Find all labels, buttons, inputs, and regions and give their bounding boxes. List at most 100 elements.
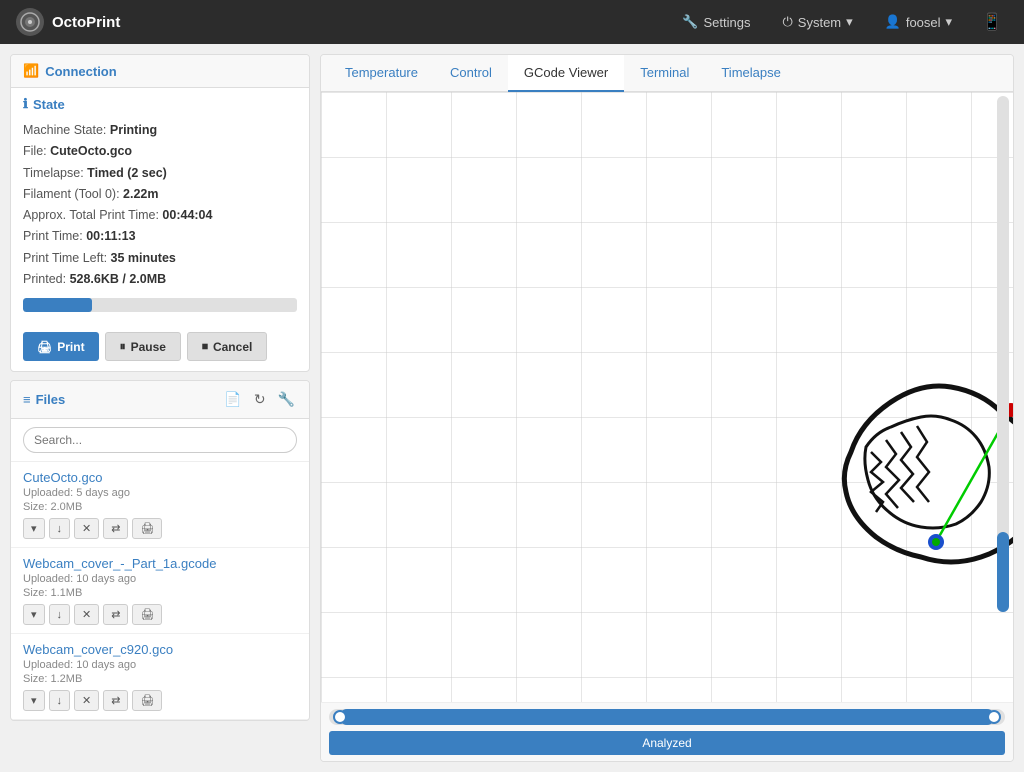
refresh-button[interactable]: ↻ xyxy=(252,389,268,410)
mobile-view-button[interactable]: 📱 xyxy=(976,6,1008,38)
analyzed-label: Analyzed xyxy=(642,736,691,750)
progress-bar-fill xyxy=(23,298,92,312)
signal-icon: 📶 xyxy=(23,63,39,79)
file-name[interactable]: Webcam_cover_-_Part_1a.gcode xyxy=(23,556,297,571)
timelapse-value: Timed (2 sec) xyxy=(87,166,167,180)
file-action-buttons: ▾↓✕⇄🖨 xyxy=(23,604,297,625)
filament-value: 2.22m xyxy=(123,187,158,201)
settings-files-button[interactable]: 🔧 xyxy=(276,389,297,410)
printed-value: 528.6KB / 2.0MB xyxy=(70,272,167,286)
tab-temperature[interactable]: Temperature xyxy=(329,55,434,92)
right-panel: TemperatureControlGCode ViewerTerminalTi… xyxy=(320,54,1014,762)
settings-nav-item[interactable]: 🔧 Settings xyxy=(674,10,758,34)
files-header-label: Files xyxy=(36,392,66,407)
slider-handle-right[interactable] xyxy=(987,710,1001,724)
machine-state-row: Machine State: Printing xyxy=(23,120,297,141)
chevron-down-icon: ▾ xyxy=(846,14,853,30)
file-move-button[interactable]: ⇄ xyxy=(103,690,128,711)
pause-icon: ⏸ xyxy=(120,339,126,354)
filament-label: Filament (Tool 0): xyxy=(23,187,120,201)
left-panel: 📶 Connection ℹ State Machine State: Prin… xyxy=(10,54,310,762)
user-label: foosel xyxy=(906,15,941,30)
file-delete-button[interactable]: ✕ xyxy=(74,518,99,539)
pause-label: Pause xyxy=(131,340,166,354)
file-select-dropdown-button[interactable]: ▾ xyxy=(23,518,45,539)
files-action-icons: 📄 ↻ 🔧 xyxy=(222,389,297,410)
list-item: Webcam_cover_c920.gcoUploaded: 10 days a… xyxy=(11,634,309,720)
mobile-icon: 📱 xyxy=(982,14,1002,31)
file-print-button[interactable]: 🖨 xyxy=(132,690,162,711)
action-buttons: 🖨 Print ⏸ Pause ⏹ Cancel xyxy=(11,328,309,371)
print-time-label: Print Time: xyxy=(23,229,83,243)
print-label: Print xyxy=(57,340,84,354)
system-nav-item[interactable]: ⏻ System ▾ xyxy=(774,10,860,34)
file-size: Size: 1.2MB xyxy=(23,673,297,685)
chevron-down-icon2: ▾ xyxy=(946,14,953,30)
file-delete-button[interactable]: ✕ xyxy=(74,690,99,711)
search-wrap xyxy=(11,419,309,462)
gcode-canvas xyxy=(321,92,1013,702)
print-button[interactable]: 🖨 Print xyxy=(23,332,99,361)
progress-bar-container xyxy=(23,298,297,312)
state-title: State xyxy=(33,97,65,112)
cancel-button[interactable]: ⏹ Cancel xyxy=(187,332,267,361)
printed-label: Printed: xyxy=(23,272,66,286)
tab-timelapse[interactable]: Timelapse xyxy=(705,55,796,92)
print-time-row: Print Time: 00:11:13 xyxy=(23,226,297,247)
pause-button[interactable]: ⏸ Pause xyxy=(105,332,181,361)
cancel-label: Cancel xyxy=(213,340,252,354)
wrench-icon: 🔧 xyxy=(682,14,698,30)
file-download-button[interactable]: ↓ xyxy=(49,518,71,539)
file-move-button[interactable]: ⇄ xyxy=(103,518,128,539)
file-move-button[interactable]: ⇄ xyxy=(103,604,128,625)
layer-slider[interactable] xyxy=(329,709,1005,725)
file-uploaded: Uploaded: 10 days ago xyxy=(23,573,297,585)
tab-terminal[interactable]: Terminal xyxy=(624,55,705,92)
files-panel: ≡ Files 📄 ↻ 🔧 CuteOcto.gcoUploaded: 5 da… xyxy=(10,380,310,721)
print-icon: 🖨 xyxy=(37,340,52,354)
new-file-button[interactable]: 📄 xyxy=(222,389,243,410)
navbar: OctoPrint 🔧 Settings ⏻ System ▾ 👤 foosel… xyxy=(0,0,1024,44)
end-point-dot xyxy=(932,538,940,546)
list-item: CuteOcto.gcoUploaded: 5 days agoSize: 2.… xyxy=(11,462,309,548)
search-input[interactable] xyxy=(23,427,297,453)
file-download-button[interactable]: ↓ xyxy=(49,690,71,711)
analyzed-bar: Analyzed xyxy=(329,731,1005,755)
settings-label: Settings xyxy=(704,15,751,30)
connection-header: 📶 Connection xyxy=(11,55,309,88)
file-name[interactable]: Webcam_cover_c920.gco xyxy=(23,642,297,657)
navbar-items: 🔧 Settings ⏻ System ▾ 👤 foosel ▾ 📱 xyxy=(674,6,1008,38)
file-value: CuteOcto.gco xyxy=(50,144,132,158)
approx-time-row: Approx. Total Print Time: 00:44:04 xyxy=(23,205,297,226)
file-size: Size: 1.1MB xyxy=(23,587,297,599)
logo xyxy=(16,8,44,36)
tab-gcode_viewer[interactable]: GCode Viewer xyxy=(508,55,624,92)
file-label: File: xyxy=(23,144,47,158)
file-print-button[interactable]: 🖨 xyxy=(132,604,162,625)
main-content: 📶 Connection ℹ State Machine State: Prin… xyxy=(0,44,1024,772)
file-name[interactable]: CuteOcto.gco xyxy=(23,470,297,485)
print-time-left-label: Print Time Left: xyxy=(23,251,107,265)
layer-slider-fill xyxy=(339,709,995,725)
tab-bar: TemperatureControlGCode ViewerTerminalTi… xyxy=(321,55,1013,92)
file-uploaded: Uploaded: 5 days ago xyxy=(23,487,297,499)
printed-row: Printed: 528.6KB / 2.0MB xyxy=(23,269,297,290)
tab-control[interactable]: Control xyxy=(434,55,508,92)
user-icon: 👤 xyxy=(885,14,901,30)
brand: OctoPrint xyxy=(16,8,666,36)
viewer-scrollbar[interactable] xyxy=(997,96,1009,612)
file-select-dropdown-button[interactable]: ▾ xyxy=(23,604,45,625)
approx-time-label: Approx. Total Print Time: xyxy=(23,208,159,222)
user-nav-item[interactable]: 👤 foosel ▾ xyxy=(877,10,960,34)
file-download-button[interactable]: ↓ xyxy=(49,604,71,625)
gcode-viewer xyxy=(321,92,1013,702)
filament-row: Filament (Tool 0): 2.22m xyxy=(23,184,297,205)
file-select-dropdown-button[interactable]: ▾ xyxy=(23,690,45,711)
machine-state-label: Machine State: xyxy=(23,123,106,137)
print-time-value: 00:11:13 xyxy=(86,229,135,243)
file-print-button[interactable]: 🖨 xyxy=(132,518,162,539)
file-delete-button[interactable]: ✕ xyxy=(74,604,99,625)
viewer-scrollbar-thumb[interactable] xyxy=(997,532,1009,612)
slider-handle-left[interactable] xyxy=(333,710,347,724)
state-header: ℹ State xyxy=(23,96,297,112)
